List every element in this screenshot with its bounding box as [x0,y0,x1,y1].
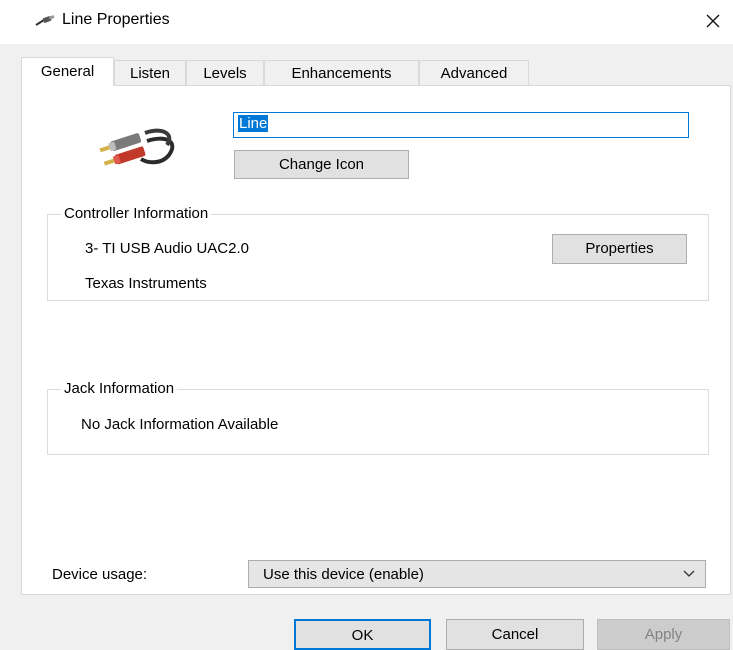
controller-device-name: 3- TI USB Audio UAC2.0 [85,240,249,257]
controller-properties-button[interactable]: Properties [552,234,687,264]
controller-info-legend: Controller Information [61,205,212,222]
device-name-value: Line [238,115,269,132]
jack-info-legend: Jack Information [61,380,178,397]
rca-cable-icon [99,128,175,166]
change-icon-button[interactable]: Change Icon [234,150,409,179]
tab-strip: General Listen Levels Enhancements Advan… [21,57,541,86]
tab-levels[interactable]: Levels [186,60,264,85]
device-usage-label: Device usage: [52,566,148,583]
ok-button[interactable]: OK [294,619,431,650]
chevron-down-icon [683,570,695,577]
tab-listen[interactable]: Listen [114,60,186,85]
device-name-input[interactable]: Line [233,112,689,138]
device-usage-value: Use this device (enable) [263,566,424,583]
close-icon[interactable] [698,6,728,36]
window-title: Line Properties [62,11,170,28]
tab-advanced[interactable]: Advanced [419,60,529,85]
tab-general[interactable]: General [21,57,114,86]
audio-cable-icon [35,15,55,26]
apply-button[interactable]: Apply [597,619,730,650]
title-bar: Line Properties [0,0,733,44]
jack-info-text: No Jack Information Available [81,416,279,433]
device-usage-select[interactable]: Use this device (enable) [248,560,706,588]
tab-enhancements[interactable]: Enhancements [264,60,419,85]
cancel-button[interactable]: Cancel [446,619,584,650]
controller-manufacturer: Texas Instruments [85,275,207,292]
